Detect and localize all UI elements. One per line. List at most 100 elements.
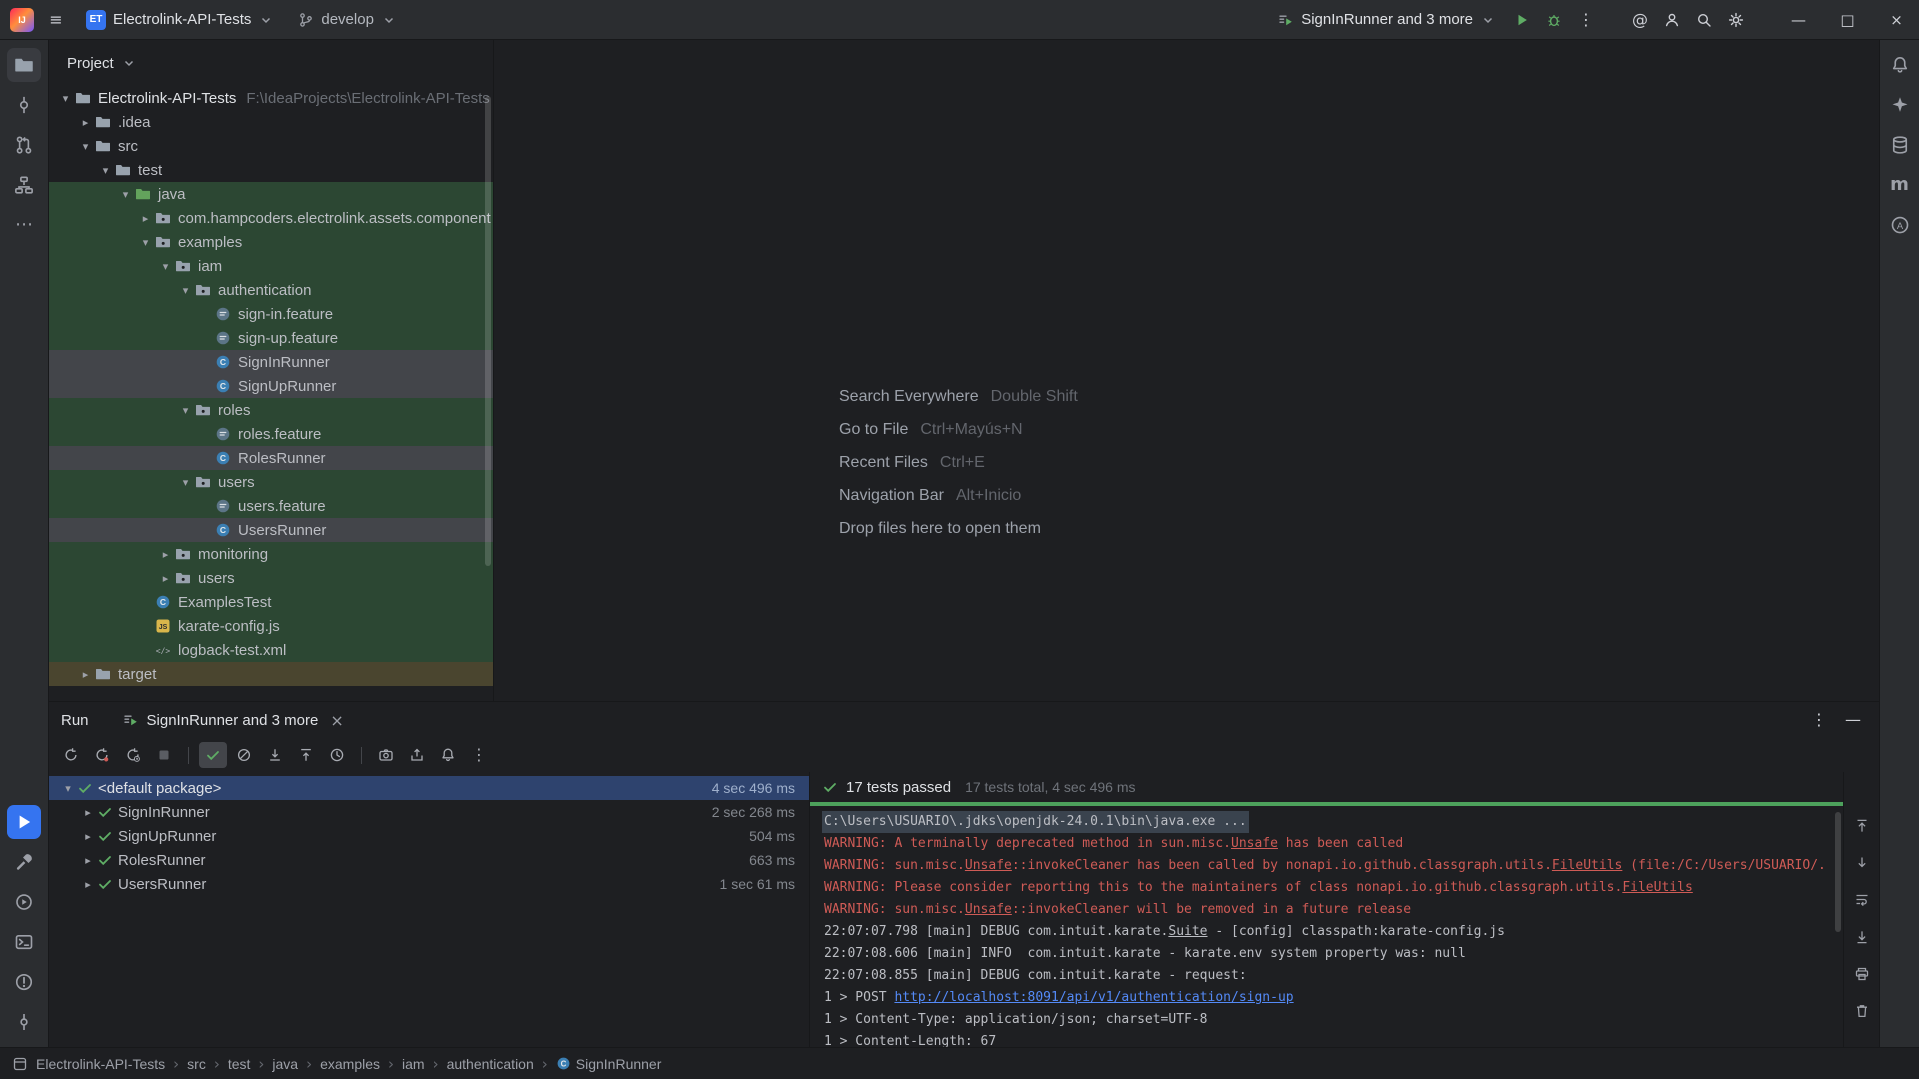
- scroll-end-button[interactable]: [1848, 925, 1876, 949]
- tool-window-button-maven[interactable]: m: [1883, 168, 1917, 202]
- branch-widget[interactable]: develop: [290, 5, 405, 35]
- tree-row-users[interactable]: ▾ users: [49, 470, 493, 494]
- show-ignored-button[interactable]: [230, 742, 258, 768]
- tool-window-button-problems[interactable]: [7, 965, 41, 999]
- main-menu-button[interactable]: ≡: [42, 6, 70, 34]
- console-class-link[interactable]: FileUtils: [1552, 858, 1622, 873]
- tree-row-roles[interactable]: ▾ roles: [49, 398, 493, 422]
- search-everywhere-button[interactable]: [1690, 6, 1718, 34]
- debug-button[interactable]: [1540, 6, 1568, 34]
- tree-row-target[interactable]: ▸ target: [49, 662, 493, 686]
- tool-window-button-database[interactable]: [1883, 128, 1917, 162]
- clear-button[interactable]: [1848, 999, 1876, 1023]
- minimize-button[interactable]: —: [1776, 0, 1821, 40]
- tree-row-monitoring[interactable]: ▸ monitoring: [49, 542, 493, 566]
- chevron-icon[interactable]: ▾: [59, 782, 77, 795]
- breadcrumb-item-examples[interactable]: examples: [320, 1056, 380, 1072]
- chevron-icon[interactable]: ▸: [79, 806, 97, 819]
- toggle-auto-test-button[interactable]: [119, 742, 147, 768]
- chevron-icon[interactable]: ▸: [157, 548, 174, 561]
- chevron-icon[interactable]: ▸: [79, 878, 97, 891]
- project-panel-header[interactable]: Project: [49, 40, 493, 86]
- chevron-icon[interactable]: ▾: [57, 92, 74, 105]
- more-actions-button[interactable]: ⋮: [1572, 6, 1600, 34]
- run-panel-options-button[interactable]: ⋮: [1805, 706, 1833, 734]
- console-link[interactable]: http://localhost:8091/api/v1/authenticat…: [894, 990, 1293, 1005]
- tree-row-sign-up-feature[interactable]: sign-up.feature: [49, 326, 493, 350]
- chevron-icon[interactable]: ▾: [177, 476, 194, 489]
- console-class-link[interactable]: Unsafe: [1231, 836, 1278, 851]
- tree-row-electrolink-api-tests[interactable]: ▾ Electrolink-API-Tests F:\IdeaProjects\El…: [49, 86, 493, 110]
- tool-window-button-version-control[interactable]: [7, 1005, 41, 1039]
- console-class-link[interactable]: Suite: [1168, 924, 1207, 939]
- breadcrumb-item-electrolink-api-tests[interactable]: Electrolink-API-Tests: [36, 1056, 165, 1072]
- breadcrumb-item-signinrunner[interactable]: C SignInRunner: [556, 1056, 661, 1072]
- tree-row-sign-in-feature[interactable]: sign-in.feature: [49, 302, 493, 326]
- close-button[interactable]: ×: [1874, 0, 1919, 40]
- chevron-icon[interactable]: ▸: [137, 212, 154, 225]
- tool-window-button-terminal[interactable]: [7, 925, 41, 959]
- chevron-icon[interactable]: ▾: [117, 188, 134, 201]
- test-row-usersrunner[interactable]: ▸ UsersRunner 1 sec 61 ms: [49, 872, 809, 896]
- test-row-rolesrunner[interactable]: ▸ RolesRunner 663 ms: [49, 848, 809, 872]
- breadcrumb-item-authentication[interactable]: authentication: [447, 1056, 534, 1072]
- more-options-button[interactable]: ⋮: [465, 742, 493, 768]
- tool-window-button-run[interactable]: [7, 805, 41, 839]
- chevron-icon[interactable]: ▸: [79, 854, 97, 867]
- tool-window-button-ai-assistant[interactable]: [1883, 88, 1917, 122]
- tool-window-button-pull-requests[interactable]: [7, 128, 41, 162]
- chevron-icon[interactable]: ▾: [177, 404, 194, 417]
- project-widget[interactable]: ET Electrolink-API-Tests: [78, 5, 282, 35]
- tree-row-idea[interactable]: ▸ .idea: [49, 110, 493, 134]
- tree-row-src[interactable]: ▾ src: [49, 134, 493, 158]
- tool-window-button-commit[interactable]: [7, 88, 41, 122]
- tree-row-java[interactable]: ▾ java: [49, 182, 493, 206]
- expand-all-button[interactable]: [261, 742, 289, 768]
- tree-row-examples[interactable]: ▾ examples: [49, 230, 493, 254]
- hide-panel-button[interactable]: —: [1839, 706, 1867, 734]
- console-output[interactable]: C:\Users\USUARIO\.jdks\openjdk-24.0.1\bi…: [810, 806, 1843, 1047]
- chevron-icon[interactable]: ▾: [177, 284, 194, 297]
- tree-row-usersrunner[interactable]: C UsersRunner: [49, 518, 493, 542]
- test-row-signuprunner[interactable]: ▸ SignUpRunner 504 ms: [49, 824, 809, 848]
- rerun-button[interactable]: [57, 742, 85, 768]
- tool-window-button-notifications[interactable]: [1883, 48, 1917, 82]
- tree-row-roles-feature[interactable]: roles.feature: [49, 422, 493, 446]
- console-scrollbar[interactable]: [1835, 812, 1841, 932]
- console-class-link[interactable]: FileUtils: [1622, 880, 1692, 895]
- settings-button[interactable]: [1722, 6, 1750, 34]
- maximize-button[interactable]: □: [1825, 0, 1870, 40]
- console-class-link[interactable]: Unsafe: [965, 858, 1012, 873]
- chevron-icon[interactable]: ▾: [157, 260, 174, 273]
- export-test-results-button[interactable]: [403, 742, 431, 768]
- breadcrumb-item-iam[interactable]: iam: [402, 1056, 425, 1072]
- chevron-icon[interactable]: ▾: [97, 164, 114, 177]
- soft-wrap-button[interactable]: [1848, 888, 1876, 912]
- close-tab-button[interactable]: ×: [330, 711, 343, 730]
- tool-window-button-more-tool-windows[interactable]: ⋯: [7, 208, 41, 242]
- tree-row-rolesrunner[interactable]: C RolesRunner: [49, 446, 493, 470]
- console-class-link[interactable]: Unsafe: [965, 902, 1012, 917]
- chevron-icon[interactable]: ▾: [77, 140, 94, 153]
- project-tree-scrollbar[interactable]: [485, 96, 491, 566]
- breadcrumb-item-src[interactable]: src: [187, 1056, 206, 1072]
- tree-row-users-feature[interactable]: users.feature: [49, 494, 493, 518]
- tool-window-button-structure[interactable]: [7, 168, 41, 202]
- collapse-all-button[interactable]: [292, 742, 320, 768]
- tree-row-authentication[interactable]: ▾ authentication: [49, 278, 493, 302]
- code-with-me-button[interactable]: [1658, 6, 1686, 34]
- breadcrumb-item-java[interactable]: java: [272, 1056, 298, 1072]
- print-button[interactable]: [1848, 962, 1876, 986]
- tool-window-button-services[interactable]: [7, 885, 41, 919]
- chevron-icon[interactable]: ▸: [79, 830, 97, 843]
- screenshot-button[interactable]: [372, 742, 400, 768]
- tree-row-test[interactable]: ▾ test: [49, 158, 493, 182]
- breadcrumb-item-test[interactable]: test: [228, 1056, 251, 1072]
- scroll-up-button[interactable]: [1848, 814, 1876, 838]
- tree-row-signuprunner[interactable]: C SignUpRunner: [49, 374, 493, 398]
- run-button[interactable]: [1508, 6, 1536, 34]
- rerun-failed-tests-button[interactable]: [88, 742, 116, 768]
- chevron-icon[interactable]: ▸: [77, 668, 94, 681]
- stop-button[interactable]: [150, 742, 178, 768]
- notifications-button[interactable]: [434, 742, 462, 768]
